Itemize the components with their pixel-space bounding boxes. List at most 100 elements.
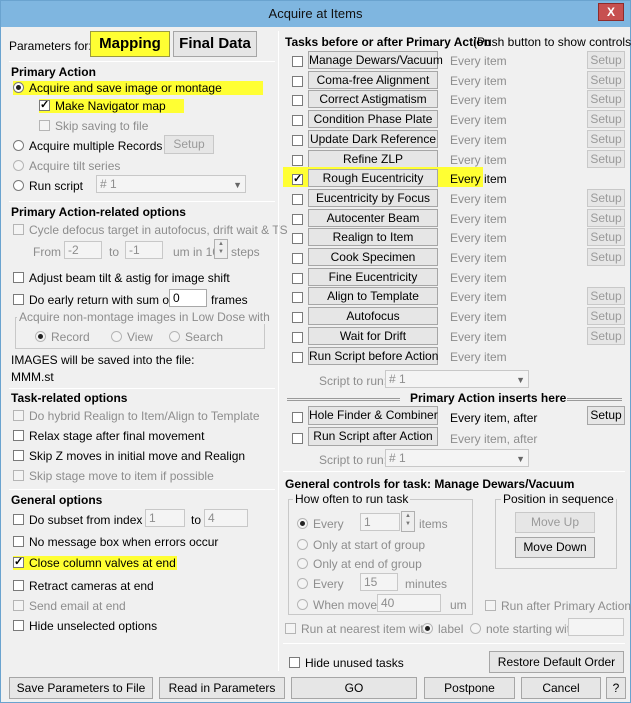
move-down-button[interactable]: Move Down	[515, 537, 595, 558]
note-starting-input[interactable]	[568, 618, 624, 636]
task-setup-button[interactable]: Setup	[587, 130, 625, 148]
subset-checkbox[interactable]: Do subset from index	[13, 513, 142, 527]
search-radio[interactable]: Search	[169, 330, 223, 344]
every-items-input[interactable]: 1	[360, 513, 400, 531]
task-button[interactable]: Autofocus	[308, 307, 438, 325]
task-setup-button[interactable]: Setup	[587, 248, 625, 266]
only-end-radio[interactable]: Only at end of group	[297, 557, 422, 571]
acquire-save-radio[interactable]: Acquire and save image or montage	[13, 81, 263, 95]
task-checkbox[interactable]	[292, 252, 308, 266]
run-script-select[interactable]: # 1 ▼	[96, 175, 246, 193]
adjust-beam-checkbox[interactable]: Adjust beam tilt & astig for image shift	[13, 271, 230, 285]
task-setup-button[interactable]: Setup	[587, 209, 625, 227]
task-checkbox[interactable]	[292, 193, 308, 207]
cycle-defocus-checkbox[interactable]: Cycle defocus target in autofocus, drift…	[13, 223, 288, 237]
from-input[interactable]: -2	[64, 241, 102, 259]
when-moved-input[interactable]: 40	[377, 594, 441, 612]
task-checkbox[interactable]	[292, 291, 308, 305]
make-navigator-map-checkbox[interactable]: Make Navigator map	[39, 98, 184, 113]
every-minutes-radio[interactable]: Every	[297, 577, 344, 591]
task-checkbox[interactable]	[292, 172, 308, 187]
task-button[interactable]: Wait for Drift	[308, 327, 438, 345]
task-checkbox[interactable]	[292, 232, 308, 246]
acquire-multiple-radio[interactable]: Acquire multiple Records	[13, 139, 162, 153]
task-checkbox[interactable]	[292, 154, 308, 168]
hole-finder-checkbox[interactable]	[292, 411, 308, 425]
task-setup-button[interactable]: Setup	[587, 110, 625, 128]
task-button[interactable]: Update Dark Reference	[308, 130, 438, 148]
task-checkbox[interactable]	[292, 75, 308, 89]
run-after-checkbox[interactable]	[292, 432, 308, 446]
task-setup-button[interactable]: Setup	[587, 228, 625, 246]
label-radio[interactable]: label	[422, 622, 463, 636]
hole-finder-button[interactable]: Hole Finder & Combiner	[308, 406, 438, 425]
script-before-select[interactable]: # 1 ▼	[385, 370, 529, 388]
hide-unused-checkbox[interactable]: Hide unused tasks	[289, 656, 404, 670]
multiple-records-setup-button[interactable]: Setup	[164, 135, 214, 154]
task-button[interactable]: Cook Specimen	[308, 248, 438, 266]
task-setup-button[interactable]: Setup	[587, 51, 625, 69]
task-checkbox[interactable]	[292, 331, 308, 345]
task-setup-button[interactable]: Setup	[587, 189, 625, 207]
go-button[interactable]: GO	[291, 677, 417, 699]
run-nearest-checkbox[interactable]: Run at nearest item with	[285, 622, 430, 636]
task-checkbox[interactable]	[292, 213, 308, 227]
acquire-tilt-radio[interactable]: Acquire tilt series	[13, 159, 120, 173]
final-data-button[interactable]: Final Data	[173, 31, 257, 57]
skip-z-checkbox[interactable]: Skip Z moves in initial move and Realign	[13, 449, 245, 463]
run-script-after-button[interactable]: Run Script after Action	[308, 427, 438, 446]
every-items-radio[interactable]: Every	[297, 517, 344, 531]
task-button[interactable]: Fine Eucentricity	[308, 268, 438, 286]
to-input[interactable]: -1	[125, 241, 163, 259]
task-button[interactable]: Realign to Item	[308, 228, 438, 246]
task-setup-button[interactable]: Setup	[587, 90, 625, 108]
send-email-checkbox[interactable]: Send email at end	[13, 599, 126, 613]
task-checkbox[interactable]	[292, 272, 308, 286]
task-button[interactable]: Run Script before Action	[308, 347, 438, 365]
relax-checkbox[interactable]: Relax stage after final movement	[13, 429, 204, 443]
subset-from-input[interactable]: 1	[145, 509, 185, 527]
task-checkbox[interactable]	[292, 311, 308, 325]
mapping-button[interactable]: Mapping	[90, 31, 170, 57]
task-setup-button[interactable]: Setup	[587, 71, 625, 89]
steps-spinner[interactable]: ▲ ▼	[214, 239, 228, 259]
run-after-primary-checkbox[interactable]: Run after Primary Action	[485, 599, 631, 613]
hide-unselected-checkbox[interactable]: Hide unselected options	[13, 619, 157, 633]
task-button[interactable]: Align to Template	[308, 287, 438, 305]
subset-to-input[interactable]: 4	[204, 509, 248, 527]
view-radio[interactable]: View	[111, 330, 153, 344]
task-button[interactable]: Eucentricity by Focus	[308, 189, 438, 207]
skip-saving-checkbox[interactable]: Skip saving to file	[39, 119, 148, 133]
task-button[interactable]: Correct Astigmatism	[308, 90, 438, 108]
run-script-radio[interactable]: Run script	[13, 179, 83, 193]
script-after-select[interactable]: # 1 ▼	[385, 449, 529, 467]
task-setup-button[interactable]: Setup	[587, 327, 625, 345]
move-up-button[interactable]: Move Up	[515, 512, 595, 533]
only-start-radio[interactable]: Only at start of group	[297, 538, 425, 552]
note-starting-radio[interactable]: note starting with	[470, 622, 577, 636]
no-msgbox-checkbox[interactable]: No message box when errors occur	[13, 535, 218, 549]
cancel-button[interactable]: Cancel	[521, 677, 601, 699]
task-button[interactable]: Coma-free Alignment	[308, 71, 438, 89]
task-button[interactable]: Manage Dewars/Vacuum	[308, 51, 443, 69]
task-setup-button[interactable]: Setup	[587, 307, 625, 325]
task-button[interactable]: Autocenter Beam	[308, 209, 438, 227]
task-checkbox[interactable]	[292, 114, 308, 128]
postpone-button[interactable]: Postpone	[424, 677, 515, 699]
read-parameters-button[interactable]: Read in Parameters	[159, 677, 285, 699]
record-radio[interactable]: Record	[35, 330, 90, 344]
hole-finder-setup-button[interactable]: Setup	[587, 406, 625, 425]
early-return-checkbox[interactable]: Do early return with sum of	[13, 293, 172, 307]
task-setup-button[interactable]: Setup	[587, 150, 625, 168]
task-checkbox[interactable]	[292, 351, 308, 365]
task-setup-button[interactable]: Setup	[587, 287, 625, 305]
hybrid-checkbox[interactable]: Do hybrid Realign to Item/Align to Templ…	[13, 409, 260, 423]
early-return-frames-input[interactable]: 0	[169, 289, 207, 307]
save-parameters-button[interactable]: Save Parameters to File	[9, 677, 153, 699]
every-items-spinner[interactable]: ▲ ▼	[401, 511, 415, 532]
task-checkbox[interactable]	[292, 134, 308, 148]
help-button[interactable]: ?	[606, 677, 626, 699]
close-button[interactable]: X	[598, 3, 624, 21]
close-valves-checkbox[interactable]: Close column valves at end	[13, 555, 177, 570]
task-checkbox[interactable]	[292, 94, 308, 108]
